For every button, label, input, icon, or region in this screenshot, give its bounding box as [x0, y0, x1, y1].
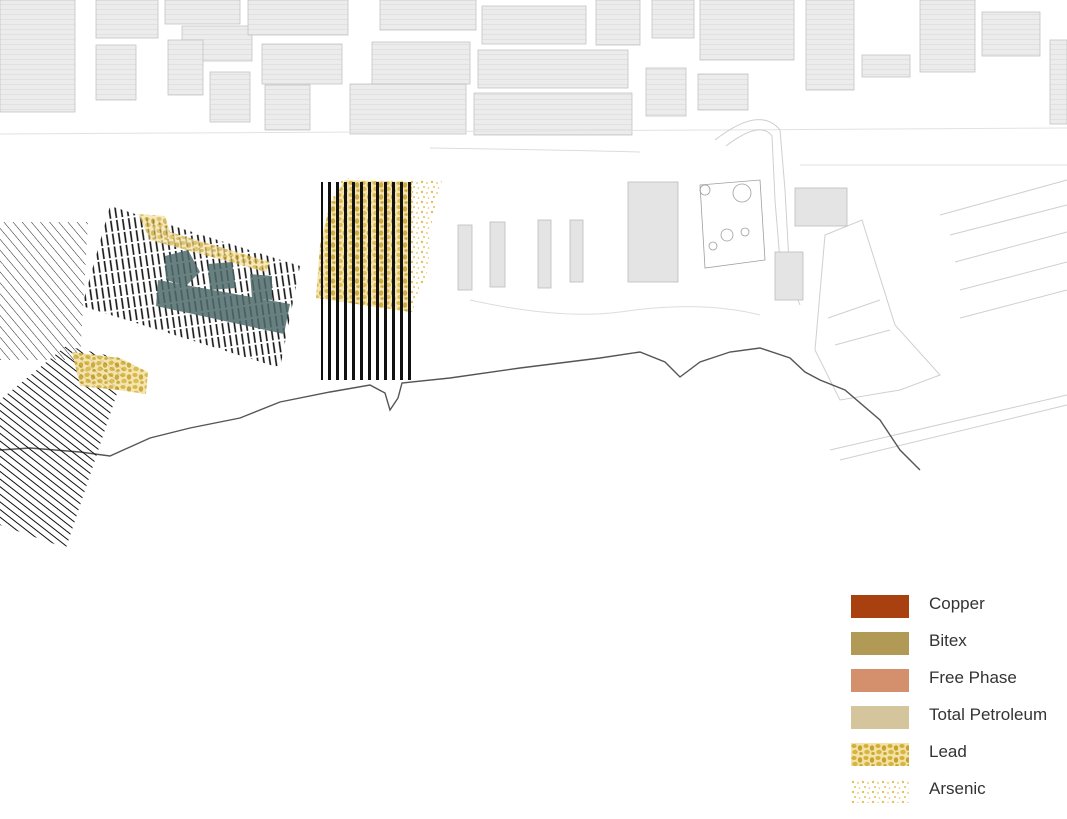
building-block	[95, 0, 159, 39]
building-block	[261, 43, 343, 85]
building-block	[697, 73, 749, 111]
shoreline	[0, 347, 921, 471]
building-block	[264, 84, 311, 131]
legend-swatch-arsenic	[851, 780, 909, 803]
legend-label-arsenic: Arsenic	[929, 779, 986, 798]
building-block	[95, 44, 137, 101]
legend-item-copper: Copper	[851, 590, 1061, 618]
building-block	[627, 181, 679, 283]
legend-item-lead: Lead	[851, 738, 1061, 766]
legend-swatch-total-petroleum	[851, 706, 909, 729]
legend-label-total-petroleum: Total Petroleum	[929, 705, 1048, 724]
building-block	[569, 219, 584, 283]
legend-label-lead: Lead	[929, 742, 967, 761]
legend-label-bitex: Bitex	[929, 631, 967, 650]
building-block	[794, 187, 848, 227]
legend-item-free-phase: Free Phase	[851, 664, 1061, 692]
building-block	[371, 41, 471, 85]
building-block	[537, 219, 552, 289]
urban-buildings	[0, 0, 1067, 136]
building-block	[457, 224, 473, 291]
building-block	[1049, 39, 1067, 125]
building-block	[247, 0, 349, 36]
building-block	[477, 49, 629, 89]
site-map	[0, 0, 1067, 548]
legend-item-arsenic: Arsenic	[851, 775, 1061, 803]
building-block	[167, 39, 204, 96]
building-block	[481, 5, 587, 45]
building-block	[805, 0, 855, 91]
legend-swatch-copper	[851, 595, 909, 618]
legend-label-free-phase: Free Phase	[929, 668, 1017, 687]
legend-item-total-petroleum: Total Petroleum	[851, 701, 1061, 729]
building-block	[774, 251, 804, 301]
legend-swatch-bitex	[851, 632, 909, 655]
building-block	[861, 54, 911, 78]
building-block	[595, 0, 641, 46]
building-block	[209, 71, 251, 123]
legend-label-copper: Copper	[929, 594, 985, 613]
building-block	[919, 0, 976, 73]
legend-swatch-free-phase	[851, 669, 909, 692]
legend-item-bitex: Bitex	[851, 627, 1061, 655]
building-block	[349, 83, 467, 135]
legend-swatch-lead	[851, 743, 909, 766]
building-block	[489, 221, 506, 288]
bar-zone	[321, 182, 411, 380]
building-block	[699, 0, 795, 61]
mid-site-buildings	[457, 181, 848, 301]
hatch-zone-west	[0, 222, 88, 360]
building-block	[0, 0, 76, 113]
building-block	[981, 11, 1041, 57]
building-block	[379, 0, 477, 31]
building-block	[645, 67, 687, 117]
industrial-plant	[699, 179, 766, 269]
building-block	[164, 0, 241, 25]
building-block	[473, 92, 633, 136]
building-block	[651, 0, 695, 39]
